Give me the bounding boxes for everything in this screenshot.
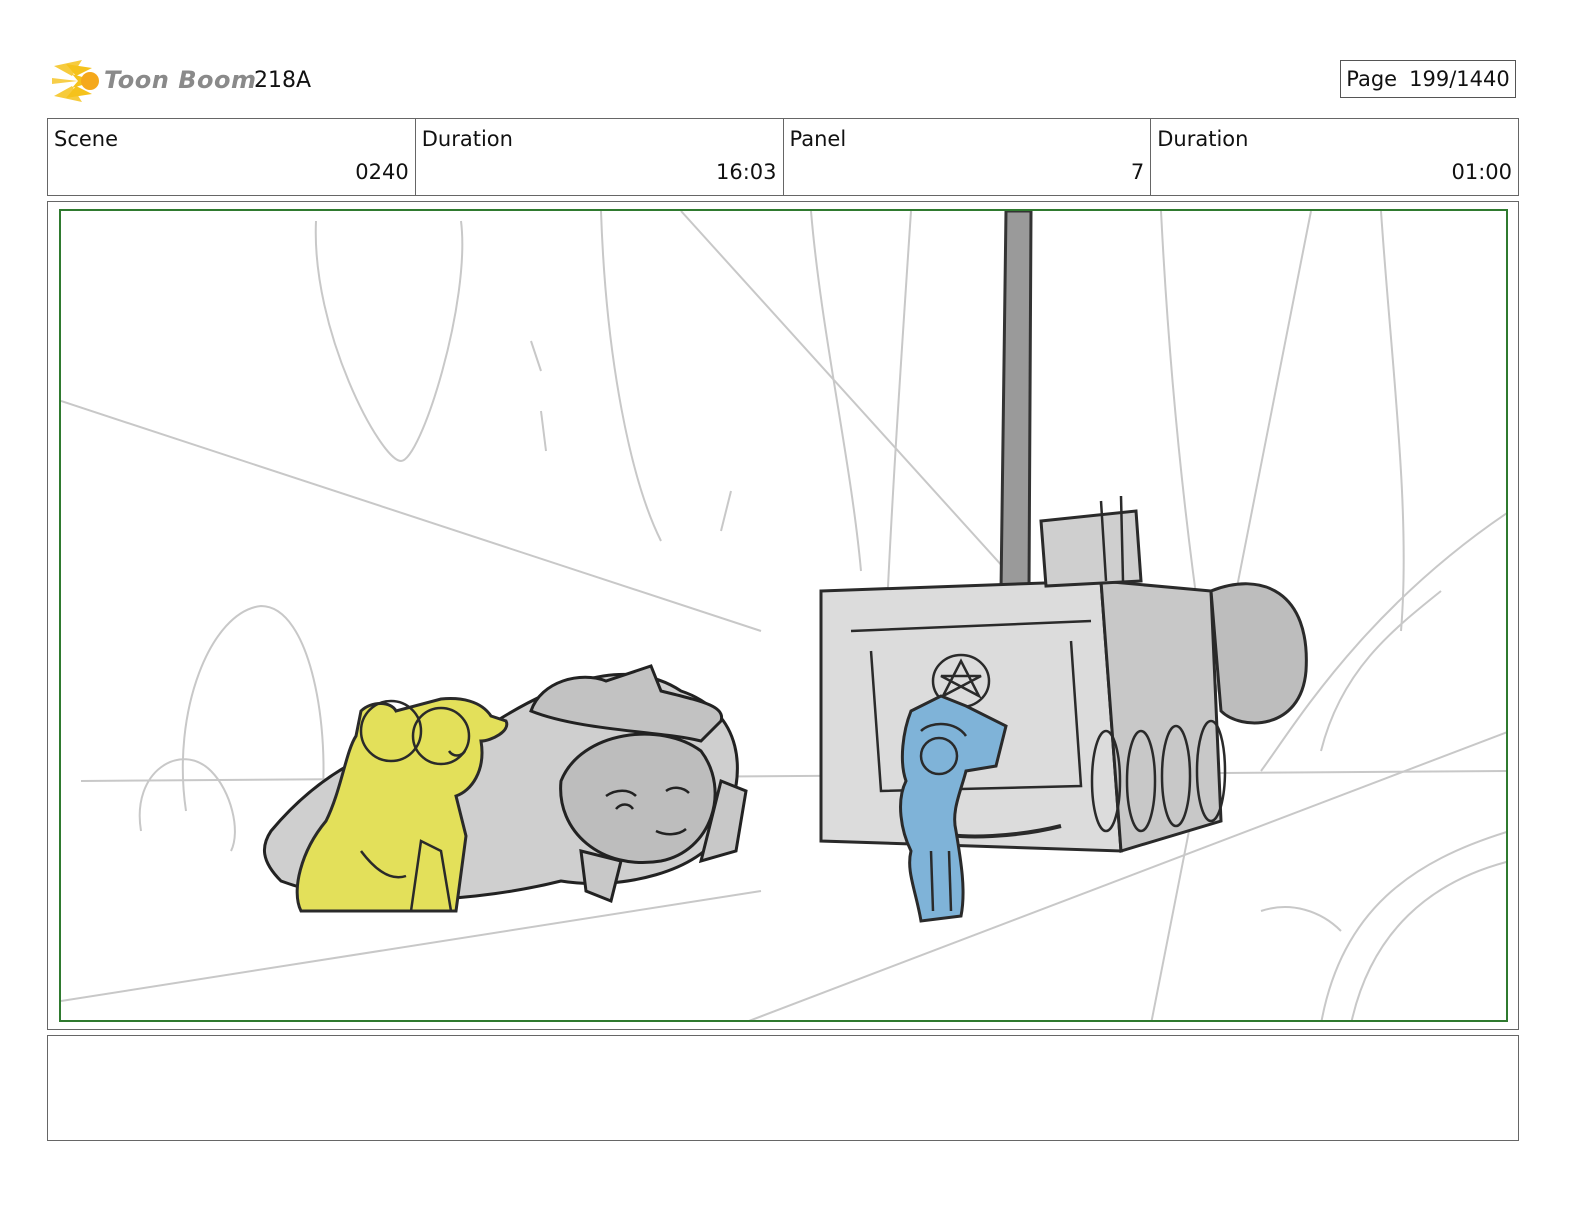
scene-cell: Scene 0240 — [48, 119, 416, 195]
toon-boom-logo: Toon Boom — [52, 56, 256, 106]
panel-duration-cell: Duration 01:00 — [1151, 119, 1518, 195]
scene-duration-label: Duration — [421, 127, 513, 151]
scene-label: Scene — [54, 127, 119, 151]
panel-label: Panel — [789, 127, 847, 151]
page-value: 199/1440 — [1409, 67, 1510, 91]
panel-duration-label: Duration — [1157, 127, 1249, 151]
storyboard-sketch — [61, 211, 1506, 1020]
scene-info-table: Scene 0240 Duration 16:03 Panel 7 Durati… — [47, 118, 1519, 196]
page-counter: Page 199/1440 — [1340, 60, 1516, 98]
logo-wordmark: Toon Boom — [104, 66, 257, 94]
panel-value: 7 — [1130, 160, 1145, 184]
scene-duration-value: 16:03 — [715, 160, 777, 184]
panel-cell: Panel 7 — [784, 119, 1152, 195]
panel-duration-value: 01:00 — [1451, 160, 1512, 184]
sun-burst-icon — [52, 60, 99, 102]
page-label: Page — [1346, 67, 1398, 91]
scene-duration-cell: Duration 16:03 — [416, 119, 784, 195]
storyboard-panel-image — [59, 209, 1508, 1022]
production-code: 218A — [254, 68, 312, 93]
scene-value: 0240 — [355, 160, 409, 184]
panel-notes-box — [47, 1035, 1519, 1141]
